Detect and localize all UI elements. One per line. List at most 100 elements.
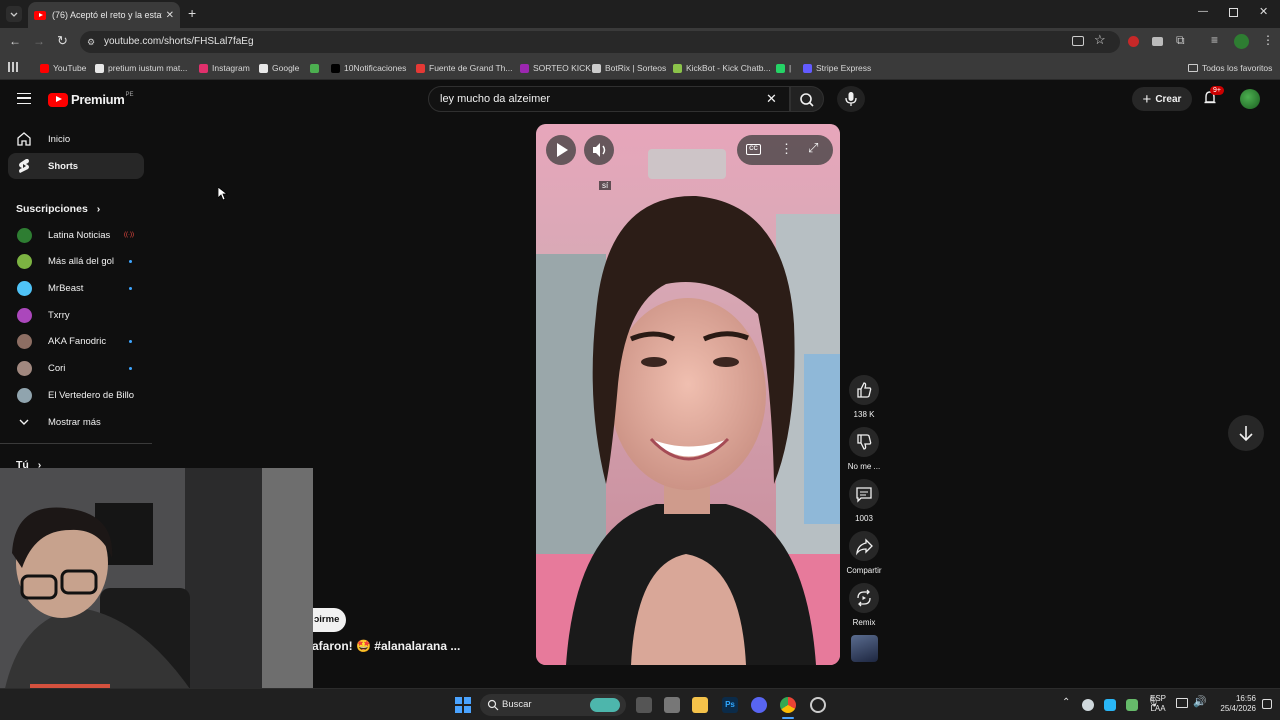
restore-button[interactable]	[1229, 8, 1238, 17]
bookmark-star-icon[interactable]: ☆	[1094, 32, 1106, 48]
search-input[interactable]: ley mucho da alzeimer ✕	[428, 86, 790, 112]
clock-time: 16:56	[1235, 694, 1256, 703]
browser-menu-icon[interactable]: ⋮	[1262, 33, 1274, 47]
bookmark-item[interactable]: KickBot - Kick Chatb...	[673, 61, 771, 75]
sidebar-item-home[interactable]: Inicio	[8, 126, 144, 152]
discord-icon[interactable]	[751, 697, 767, 713]
bookmark-item[interactable]: SORTEO KICK	[520, 61, 591, 75]
bookmark-item[interactable]: Stripe Express	[803, 61, 871, 75]
fullscreen-icon[interactable]: ⤢	[808, 140, 818, 156]
tray-icon-2[interactable]	[1104, 699, 1116, 711]
file-explorer-icon[interactable]	[692, 697, 708, 713]
comments-button[interactable]	[849, 479, 879, 509]
sidebar-divider	[0, 443, 152, 444]
short-title[interactable]: afaron! 🤩 #alanalarana ...	[312, 639, 460, 653]
notifications-bell-icon[interactable]: 9+	[1203, 86, 1224, 106]
account-avatar[interactable]	[1240, 89, 1260, 109]
clear-search-icon[interactable]: ✕	[766, 87, 777, 111]
captions-icon[interactable]: CC	[746, 144, 761, 155]
chevron-right-icon: ›	[96, 203, 101, 215]
notification-center-icon[interactable]	[1262, 699, 1272, 709]
next-short-button[interactable]	[1228, 415, 1264, 451]
bookmark-item[interactable]: YouTube	[40, 61, 86, 75]
install-app-icon[interactable]	[1072, 36, 1084, 46]
play-button[interactable]	[546, 135, 576, 165]
audio-thumbnail[interactable]	[851, 635, 878, 662]
bookmark-item[interactable]: BotRix | Sorteos	[592, 61, 666, 75]
more-options-icon[interactable]: ⋮	[780, 141, 793, 157]
address-toolbar: ← → ↻ ⚙ youtube.com/shorts/FHSLal7faEg ☆…	[0, 28, 1280, 56]
language-indicator[interactable]: ESP LAA	[1150, 694, 1166, 714]
sidebar-item-shorts[interactable]: Shorts	[8, 153, 144, 179]
bookmark-favicon-icon	[259, 63, 268, 73]
thumbs-down-icon	[857, 434, 872, 450]
tab-list-icon[interactable]	[6, 6, 22, 22]
minimize-button[interactable]: —	[1198, 6, 1208, 17]
apps-grid-icon[interactable]	[8, 62, 18, 72]
site-info-icon[interactable]: ⚙	[87, 31, 95, 53]
bookmark-item[interactable]: 10Notificaciones	[331, 61, 406, 75]
bookmark-item[interactable]: Fuente de Grand Th...	[416, 61, 512, 75]
like-button[interactable]	[849, 375, 879, 405]
share-label: Compartir	[846, 566, 882, 575]
sidebar-subscription-item[interactable]: MrBeast	[8, 275, 144, 301]
bookmarks-bar: YouTube pretium iustum mat... Instagram Goo…	[0, 56, 1280, 80]
tray-icon-1[interactable]	[1082, 699, 1094, 711]
url-field[interactable]: ⚙ youtube.com/shorts/FHSLal7faEg	[80, 31, 1120, 53]
close-window-button[interactable]: ✕	[1259, 5, 1268, 18]
browser-tab[interactable]: (76) Aceptó el reto y la estafaro ✕	[28, 2, 180, 28]
network-icon[interactable]	[1176, 698, 1188, 708]
task-view-icon[interactable]	[636, 697, 652, 713]
dislike-button[interactable]	[849, 427, 879, 457]
search-button[interactable]	[790, 86, 824, 112]
comment-icon	[856, 487, 872, 503]
reading-list-icon[interactable]: ≡	[1211, 33, 1218, 47]
windows-start-icon[interactable]	[455, 697, 471, 713]
extensions-puzzle-icon[interactable]: ⧉	[1176, 33, 1185, 48]
bookmark-item[interactable]: Instagram	[199, 61, 250, 75]
app-icon-record[interactable]	[810, 697, 826, 713]
close-tab-icon[interactable]: ✕	[166, 10, 174, 21]
bookmark-item[interactable]: |	[776, 61, 791, 75]
create-button[interactable]: + Crear	[1132, 87, 1192, 111]
photoshop-icon[interactable]: Ps	[722, 697, 738, 713]
search-highlight-icon	[590, 698, 620, 712]
search-icon	[487, 699, 499, 711]
forward-icon[interactable]: →	[33, 34, 45, 48]
sidebar-subscription-item[interactable]: Latina Noticias ((·))	[8, 222, 144, 248]
app-icon-gray[interactable]	[664, 697, 680, 713]
show-more-button[interactable]: Mostrar más	[8, 409, 144, 435]
channel-avatar	[17, 227, 32, 243]
video-caption-tag: sí	[599, 181, 612, 190]
share-button[interactable]	[849, 531, 879, 561]
bookmark-item[interactable]: pretium iustum mat...	[95, 61, 187, 75]
sidebar-subscription-item[interactable]: AKA Fanodric	[8, 329, 144, 355]
clock[interactable]: 16:56 25/4/2026	[1210, 694, 1256, 714]
subscriptions-heading[interactable]: Suscripciones ›	[16, 203, 100, 215]
youtube-premium-logo[interactable]: Premium PE	[48, 92, 134, 107]
bookmark-item[interactable]: Google	[259, 61, 299, 75]
voice-search-button[interactable]	[837, 86, 865, 112]
reload-icon[interactable]: ↻	[57, 33, 68, 49]
taskbar-search[interactable]: Buscar	[480, 694, 626, 716]
profile-avatar[interactable]	[1234, 34, 1249, 49]
chrome-icon[interactable]	[780, 697, 796, 713]
tray-icon-3[interactable]	[1126, 699, 1138, 711]
volume-icon[interactable]: 🔊	[1193, 695, 1207, 708]
extension-card-icon[interactable]	[1152, 37, 1163, 46]
shorts-video-player[interactable]: CC ⋮ ⤢ sí	[536, 124, 840, 665]
new-tab-button[interactable]: +	[188, 5, 196, 21]
remix-button[interactable]	[849, 583, 879, 613]
show-hidden-icons[interactable]: ⌃	[1062, 697, 1070, 708]
sidebar-subscription-item[interactable]: El Vertedero de Billo	[8, 382, 144, 408]
extension-red-icon[interactable]	[1128, 36, 1139, 47]
back-icon[interactable]: ←	[9, 34, 21, 48]
channel-avatar	[17, 280, 32, 296]
hamburger-menu-icon[interactable]	[17, 93, 31, 104]
sidebar-subscription-item[interactable]: Txrry	[8, 302, 144, 328]
sidebar-subscription-item[interactable]: Cori	[8, 356, 144, 382]
sidebar-subscription-item[interactable]: Más allá del gol	[8, 249, 144, 275]
volume-button[interactable]	[584, 135, 614, 165]
all-favorites-folder[interactable]: Todos los favoritos	[1188, 61, 1272, 75]
bookmark-item[interactable]	[310, 61, 323, 75]
